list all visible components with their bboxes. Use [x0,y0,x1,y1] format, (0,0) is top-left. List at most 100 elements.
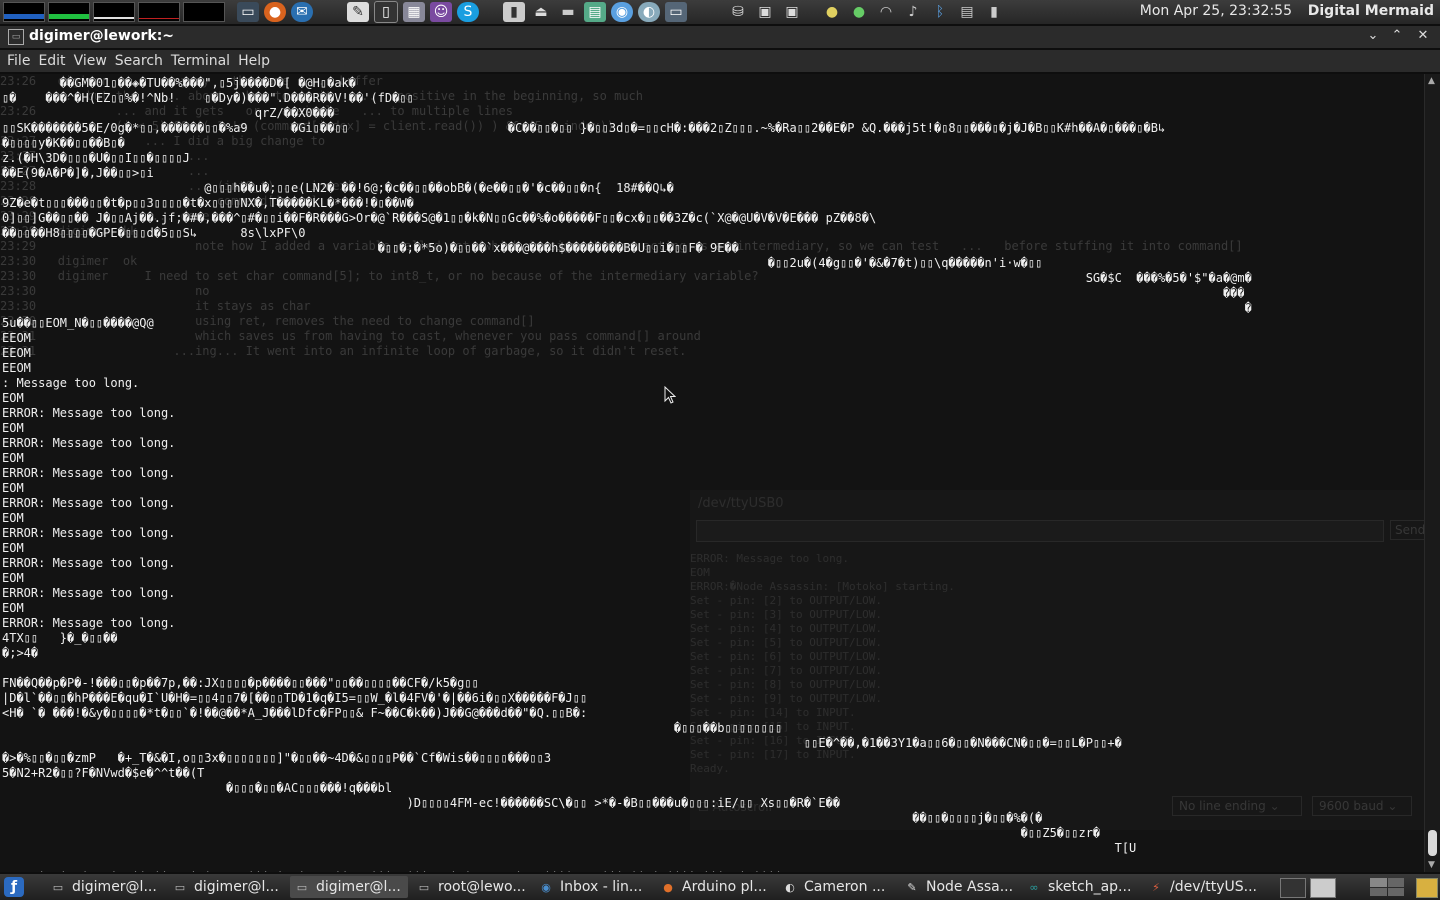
taskbar-item-label: Arduino pl... [682,879,767,895]
taskbar-item[interactable]: ◐ Cameron ... [778,876,896,898]
taskbar-item-label: digimer@l... [316,879,401,895]
taskbar-item[interactable]: ◉ Inbox - lin... [534,876,652,898]
terminal-line: ERROR: Message too long. [2,586,176,600]
network-monitor [93,2,135,22]
wifi-icon[interactable]: ◠ [875,2,897,22]
terminal-line: 4TX▯▯ }�_�▯▯�� [2,631,118,645]
menu-file[interactable]: File [7,53,30,69]
terminal-line: EOM [2,451,24,465]
scroll-down-icon[interactable]: ▼ [1428,860,1435,870]
terminal-line: EOM [2,421,24,435]
taskbar-item[interactable]: ● Arduino pl... [656,876,774,898]
minimize-icon[interactable]: ⌄ [1364,28,1382,43]
terminal-line: ��▯▯��H8▯▯▯▯�GPE�▯▯▯d�5▯▯S↳ 8s\lxPF\0 [2,226,306,240]
clipboard-icon[interactable]: ▣ [781,2,803,22]
taskbar-item-label: root@lewo... [438,879,526,895]
battery-icon[interactable]: ▮ [983,2,1005,22]
terminal-line: ▯▯SK�������5�E/0g�*▯▯,������▯▯�%a9 �Gi▯�… [2,121,1166,135]
taskbar-item[interactable]: ▭ root@lewo... [412,876,530,898]
fedora-menu-icon[interactable]: ƒ [4,877,24,897]
terminal-output[interactable]: ��GM�01▯��◈�TU��%���",▯5j����D�[ �@H▯�ak… [0,74,1424,872]
text-editor-icon[interactable]: ✎ [347,2,369,22]
taskbar-item[interactable]: ✎ Node Assa... [900,876,1018,898]
workspace-switcher[interactable] [1370,878,1404,896]
terminal-line: �;>4� [2,646,39,660]
menu-terminal[interactable]: Terminal [171,53,230,69]
taskbar-item-label: Cameron ... [804,879,886,895]
car-icon[interactable]: ▬ [557,2,579,22]
terminal-line: ERROR: Message too long. [2,466,176,480]
taskbar-item[interactable]: ∞ sketch_ap... [1022,876,1140,898]
terminal-line: ERROR: Message too long. [2,556,176,570]
taskbar-item[interactable]: ▭ digimer@l... [168,876,286,898]
bluetooth-icon[interactable]: ᛒ [929,2,951,22]
terminal-line: EOM [2,511,24,525]
terminal-line: 5�N2+R2�▯▯?F�NVwd�$e�^^t��(T [2,766,205,780]
firefox-icon: ● [663,880,673,894]
terminal-line: FN��Q��p�P�-!���▯▯�p��7p,��:JX▯▯▯▯�p����… [2,676,479,690]
scroll-up-icon[interactable]: ▲ [1428,76,1435,86]
terminal-icon: ▭ [174,880,186,894]
taskbar-item-label: sketch_ap... [1048,879,1132,895]
terminal-area[interactable]: 23:26 digimer ... anyway the same ... bu… [0,74,1424,872]
terminal-line: ERROR: Message too long. [2,406,176,420]
terminal-line: �▯▯2u�(4�g▯▯�'�&�7�t)▯▯\q�����n'i·w�▯▯ [2,256,1043,270]
cpu-monitor [3,2,45,22]
firefox-icon[interactable]: ● [264,2,286,22]
clock[interactable]: Mon Apr 25, 23:32:55 [1140,3,1292,19]
window-title: digimer@lework:~ [29,28,175,44]
trash-icon[interactable] [1416,878,1438,898]
terminal-line: ERROR: Message too long. [2,616,176,630]
applet-icon[interactable] [1310,878,1336,898]
taskbar-item[interactable]: ⚡ /dev/ttyUS... [1144,876,1262,898]
close-icon[interactable]: ✕ [1414,28,1432,43]
terminal-line: qrZ/��X0��� [2,106,335,120]
terminal-line: 0]▯▯]G��▯▯�� J�▯▯Aj��.jf;�#�,���^▯#�▯▯i�… [2,211,877,225]
notification-icon[interactable]: ▤ [956,2,978,22]
terminal-icon: ▭ [8,29,24,45]
eject-icon[interactable]: ⏏ [530,2,552,22]
applet-icon[interactable]: ▮ [503,2,525,22]
taskbar-item-label: digimer@l... [72,879,157,895]
terminal-line: EEOM [2,346,31,360]
terminal-line: EOM [2,481,24,495]
terminal-line: �>�%▯▯�▯▯�zmP �+_T�&�I,o▯▯3x�▯▯▯▯▯▯▯]"�▯… [2,751,552,765]
scrollbar-thumb[interactable] [1428,830,1437,856]
image-viewer-icon[interactable]: ▤ [584,2,606,22]
menu-help[interactable]: Help [238,53,270,69]
terminal-line: |D�l`��▯▯�hP���E�qu�I`U�H�=▯▯4▯▯7�[��▯▯T… [2,691,588,705]
taskbar-item[interactable]: ▭ digimer@l... [290,876,408,898]
calculator-icon[interactable]: ▦ [403,2,425,22]
menu-view[interactable]: View [74,53,107,69]
thunderbird-icon[interactable]: ✉ [291,2,313,22]
show-desktop-icon[interactable] [1280,878,1306,898]
volume-icon[interactable]: ♪ [902,2,924,22]
top-panel: ▭ ● ✉ ✎ ▯ ▦ ☺ S ▮ ⏏ ▬ ▤ ◉ ◐ ▭ ⛁ ▣ ▣ ● ● … [0,0,1440,24]
window-titlebar[interactable]: ▭ digimer@lework:~ ⌄ ⌃ ✕ [0,26,1440,48]
clipboard-icon[interactable]: ▣ [754,2,776,22]
pidgin-icon[interactable]: ☺ [430,2,452,22]
taskbar-item[interactable]: ▭ digimer@l... [46,876,164,898]
network-icon[interactable]: ⛁ [727,2,749,22]
memory-monitor [48,2,90,22]
maximize-icon[interactable]: ⌃ [1388,28,1406,43]
terminal-line: EOM [2,601,24,615]
menu-bar: File Edit View Search Terminal Help [0,50,1440,72]
terminal-line: ERROR: Message too long. [2,526,176,540]
browser-icon[interactable]: ◐ [638,2,660,22]
status-icon[interactable]: ● [848,2,870,22]
terminal-icon[interactable]: ▭ [237,2,259,22]
text-editor-icon: ✎ [907,880,917,894]
menu-search[interactable]: Search [115,53,163,69]
terminal-line: ▯� ���^�H(EZ▯▯%�!^Nb! ▯�Dy�)���".D���R��… [2,91,414,105]
display-icon[interactable]: ▭ [665,2,687,22]
skype-icon[interactable]: S [457,2,479,22]
terminal-line: ��GM�01▯��◈�TU��%���",▯5j����D�[ �@H▯�ak… [2,76,357,90]
menu-edit[interactable]: Edit [38,53,65,69]
terminal-icon[interactable]: ▯ [374,1,398,23]
browser-icon[interactable]: ◉ [611,2,633,22]
user-name[interactable]: Digital Mermaid [1308,3,1434,19]
update-icon[interactable]: ● [821,2,843,22]
terminal-scrollbar[interactable]: ▲ ▼ [1424,74,1440,872]
terminal-line: EEOM [2,331,31,345]
